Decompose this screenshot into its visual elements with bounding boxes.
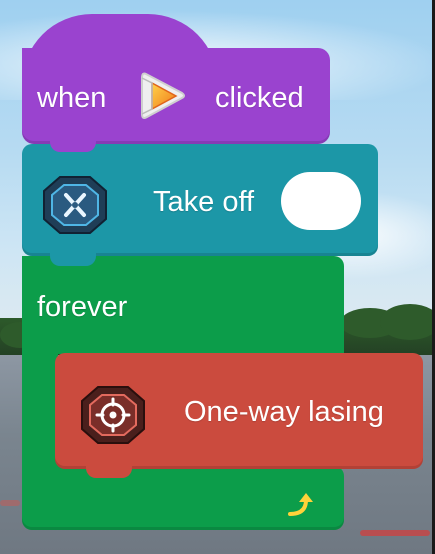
block-connector	[86, 464, 132, 478]
one-way-lasing-label: One-way lasing	[184, 396, 384, 428]
runway-marking	[0, 500, 20, 506]
forever-block-arm	[22, 350, 58, 470]
block-connector	[50, 138, 96, 152]
crosshair-target-icon	[81, 386, 145, 444]
play-flag-icon	[141, 72, 185, 119]
runway-marking	[360, 530, 430, 536]
take-off-label: Take off	[153, 186, 255, 218]
drone-cross-icon	[43, 176, 107, 234]
forever-label: forever	[37, 291, 128, 323]
take-off-value-input[interactable]	[281, 172, 361, 230]
block-connector	[50, 250, 96, 266]
tree	[380, 304, 435, 340]
loop-arrow-icon	[288, 493, 313, 516]
when-label: when	[37, 82, 107, 114]
clicked-label: clicked	[215, 82, 304, 114]
